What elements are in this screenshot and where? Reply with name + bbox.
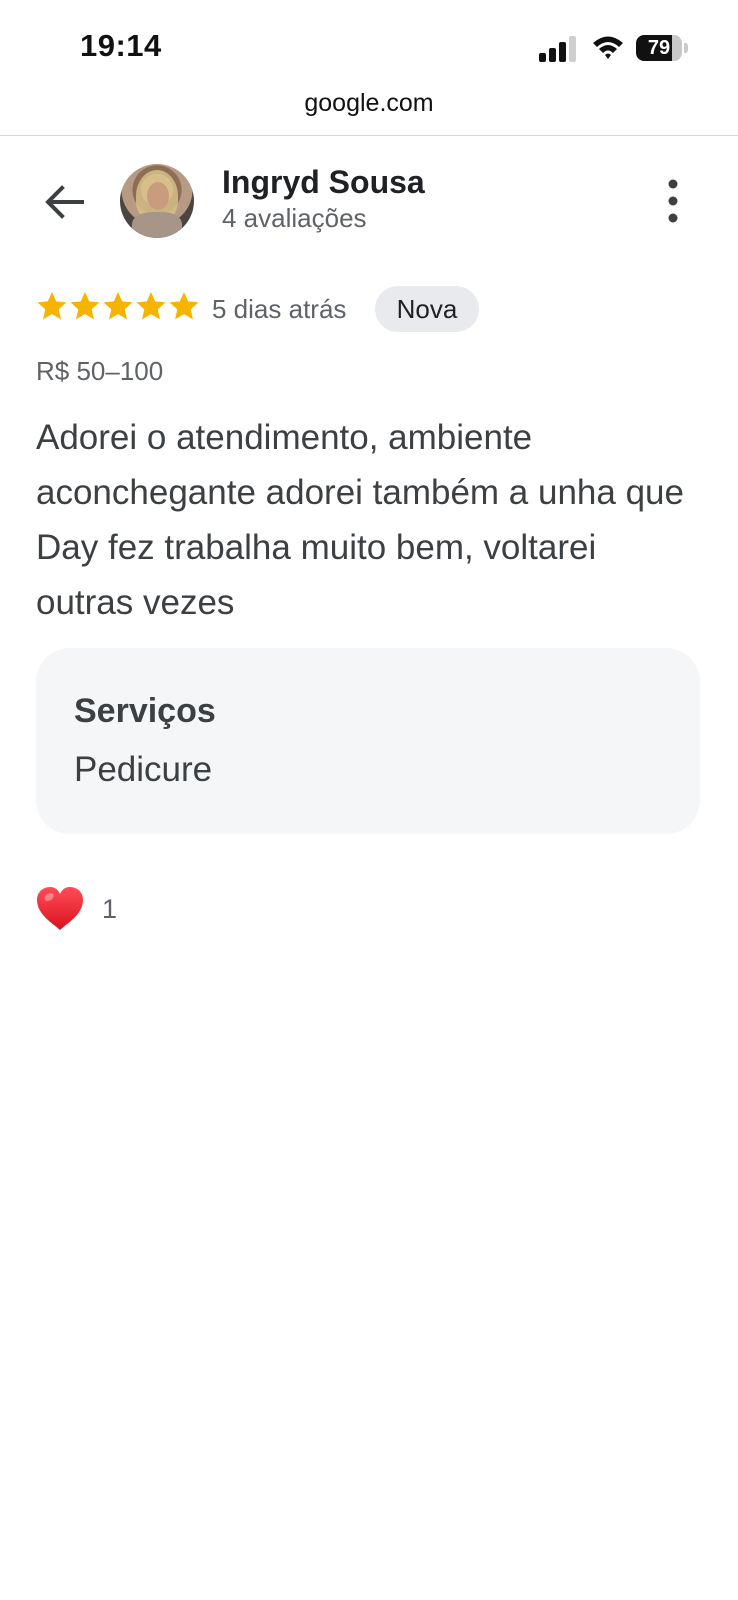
services-value: Pedicure: [74, 750, 213, 789]
reviewer-review-count: 4 avaliações: [222, 203, 367, 233]
services-title: Serviços: [74, 692, 216, 730]
battery-nub: [684, 43, 688, 53]
star-icon: [37, 292, 67, 320]
browser-url-bar[interactable]: google.com: [0, 85, 738, 136]
reaction-count: 1: [102, 894, 118, 924]
reviewer-name[interactable]: Ingryd Sousa: [222, 164, 425, 201]
signal-icon: [539, 36, 576, 62]
url-text[interactable]: google.com: [304, 89, 433, 118]
heart-icon: [37, 887, 83, 930]
status-time: 19:14: [80, 28, 162, 63]
avatar-face: [147, 182, 169, 210]
back-arrow-icon[interactable]: [40, 178, 88, 226]
star-icon: [103, 292, 133, 320]
battery-body: 79: [636, 35, 682, 61]
star-icon: [70, 292, 100, 320]
more-vert-icon[interactable]: [658, 178, 688, 224]
services-card: Serviços Pedicure: [36, 648, 700, 834]
price-range: R$ 50–100: [36, 356, 164, 386]
new-badge: Nova: [375, 286, 479, 332]
review-text: Adorei o atendimento, ambiente aconchega…: [36, 418, 684, 622]
star-rating: [36, 290, 200, 330]
status-bar: 19:14 79: [0, 0, 738, 90]
review-date: 5 dias atrás: [212, 294, 347, 324]
avatar[interactable]: [120, 164, 194, 238]
star-icon: [169, 292, 199, 320]
avatar-body: [132, 212, 182, 238]
wifi-icon: [593, 36, 623, 59]
battery-indicator: 79: [636, 35, 688, 61]
battery-level: 79: [647, 37, 671, 59]
star-icon: [136, 292, 166, 320]
